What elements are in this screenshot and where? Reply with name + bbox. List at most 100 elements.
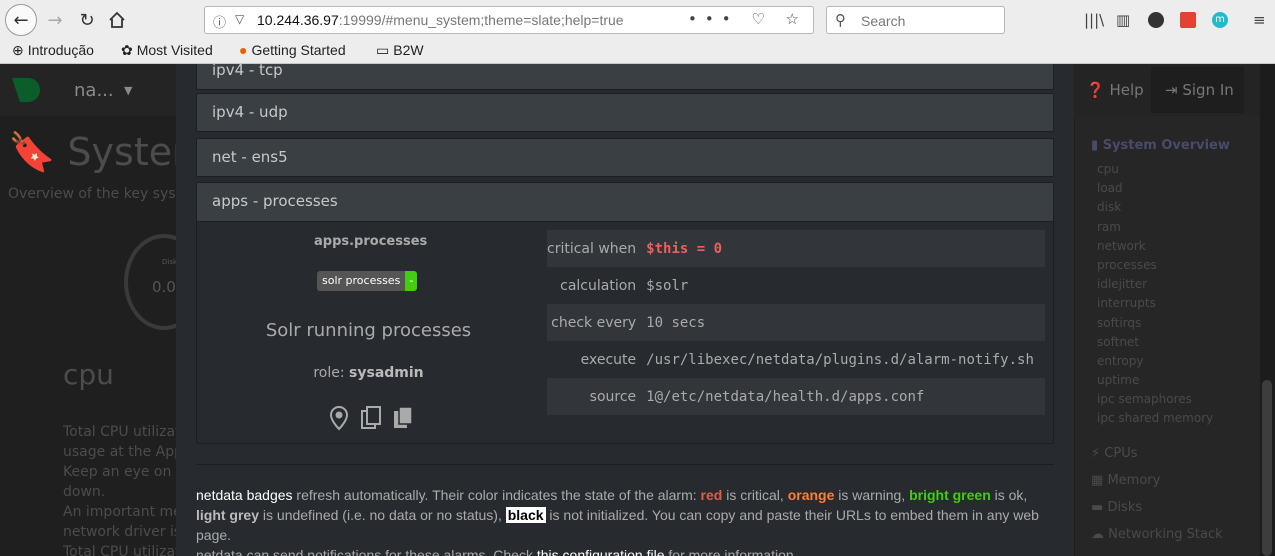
sidebar-icon[interactable]: ▥ [1116,11,1130,29]
browser-chrome: ← → ↻ ⓘ ▽ 10.244.36.97:19999/#menu_syste… [0,0,1275,64]
sidebar-item[interactable]: entropy [1097,354,1213,373]
bookmark-introducao[interactable]: ⊕ Introdução [12,42,94,59]
node-name[interactable]: na... [74,80,114,101]
bookmark-most-visited[interactable]: ✿ Most Visited [121,42,213,59]
netdata-logo-icon[interactable] [10,76,44,104]
bookmark-label: B2W [393,42,424,58]
help-text: netdata can send notifications for these… [196,547,537,556]
globe-icon: ⊕ [12,42,24,58]
accordion-net-ens5[interactable]: net - ens5 [196,138,1054,177]
badge-value: - [405,271,418,291]
menu-icon[interactable]: ≡ [1253,11,1266,29]
sidebar-group-label: Memory [1107,473,1161,488]
sidebar-item[interactable]: uptime [1097,373,1213,392]
accordion-header[interactable]: apps - processes [197,183,1053,222]
alarm-badge[interactable]: solr processes - [317,271,418,291]
role-value: sysadmin [349,365,424,381]
accordion-ipv4-udp[interactable]: ipv4 - udp [196,93,1054,132]
accordion-title: ipv4 - udp [212,103,288,121]
home-button[interactable] [102,5,132,35]
sidebar-list: cpu load disk ram network processes idle… [1097,162,1213,431]
sidebar-group-label: CPUs [1104,446,1138,461]
sidebar-item[interactable]: ram [1097,220,1213,239]
sidebar-item[interactable]: network [1097,239,1213,258]
sign-in-icon: ⇥ [1165,81,1178,99]
cpu-line: Keep an eye on io [63,464,183,480]
accordion-title: ipv4 - tcp [212,64,283,79]
search-placeholder[interactable]: Search [861,13,905,29]
property-value: $this = 0 [646,240,723,257]
sign-in-label: Sign In [1182,81,1234,99]
sidebar-item[interactable]: softirqs [1097,316,1213,335]
bookmark-icon: 🔖 [8,130,56,174]
arrow-right-icon: → [47,9,63,31]
sidebar-item[interactable]: idlejitter [1097,277,1213,296]
help-text: is warning, [834,487,910,503]
info-icon[interactable]: ⓘ [213,12,226,31]
scrollbar-thumb[interactable] [1262,380,1272,556]
sidebar-title[interactable]: ▮ System Overview [1091,138,1230,153]
caret-down-icon[interactable]: ▼ [124,84,132,97]
sidebar-item[interactable]: ipc shared memory [1097,411,1213,430]
cpu-line: Total CPU utilization [63,544,183,556]
library-icon[interactable]: |||\ [1084,11,1104,29]
configuration-file-link[interactable]: this configuration file [537,547,665,556]
page-subtitle: Overview of the key system [8,186,204,202]
copy-icon[interactable] [359,405,383,431]
sidebar-group-memory[interactable]: ▦ Memory [1091,473,1160,488]
gear-icon: ✿ [121,42,133,58]
property-value: 1@/etc/netdata/health.d/apps.conf [646,388,925,405]
cpu-line: An important metri [63,504,183,520]
cloud-icon: ☁ [1091,527,1104,542]
todoist-icon[interactable] [1180,12,1196,28]
badges-link[interactable]: netdata badges [196,487,293,503]
alarm-role: role: sysadmin [197,365,540,381]
table-row: source 1@/etc/netdata/health.d/apps.conf [547,378,1045,415]
property-key: source [589,388,637,405]
shield-icon[interactable]: ▽ [235,12,244,26]
sidebar-group-cpus[interactable]: ⚡ CPUs [1091,446,1138,461]
cpu-line: down. [63,484,106,500]
sidebar-group-networking[interactable]: ☁ Networking Stack [1091,527,1223,542]
sidebar-item[interactable]: cpu [1097,162,1213,181]
url-text[interactable]: 10.244.36.97:19999/#menu_system;theme=sl… [257,12,624,28]
bookmark-b2w[interactable]: ▭ B2W [376,42,424,59]
page-actions-icons[interactable]: ••• ♡ ☆ [688,10,807,28]
sidebar-item[interactable]: load [1097,181,1213,200]
bookmark-getting-started[interactable]: ● Getting Started [239,42,346,58]
sign-in-button[interactable]: ⇥ Sign In [1151,67,1244,113]
table-row: execute/usr/libexec/netdata/plugins.d/al… [547,341,1045,378]
copy-filled-icon[interactable] [391,405,415,431]
help-text: is ok, [990,487,1028,503]
cpu-description: Total CPU utilizatio usage at the Appli … [63,422,183,556]
question-icon: ❓ [1086,81,1105,99]
page-scrollbar[interactable] [1260,64,1275,556]
help-button[interactable]: ❓ Help [1086,81,1144,99]
search-bar[interactable]: ⚲ Search [826,6,1005,34]
sidebar-group-disks[interactable]: ▬ Disks [1091,500,1142,515]
reload-button[interactable]: ↻ [72,5,102,35]
sidebar-item[interactable]: processes [1097,258,1213,277]
help-text: is critical, [722,487,788,503]
avatar-icon[interactable] [1148,12,1164,28]
reload-icon: ↻ [79,9,95,31]
bookmark-label: Introdução [27,42,94,58]
home-icon [109,11,125,28]
sidebar-item[interactable]: softnet [1097,335,1213,354]
property-key: execute [580,351,637,368]
property-key: critical when [547,240,637,257]
badge-label: solr processes [317,271,406,291]
sidebar-item[interactable]: ipc semaphores [1097,392,1213,411]
sidebar-item[interactable]: interrupts [1097,296,1213,315]
url-bar[interactable]: ⓘ ▽ 10.244.36.97:19999/#menu_system;them… [204,6,814,34]
help-text: for more information. [664,547,798,556]
forward-button[interactable]: → [40,5,70,35]
back-button[interactable]: ← [5,4,37,36]
notifications-text: netdata can send notifications for these… [196,545,1054,556]
bookmark-label: Most Visited [136,42,213,58]
extension-m-icon[interactable]: m [1212,12,1228,28]
sidebar-item[interactable]: disk [1097,200,1213,219]
map-marker-icon[interactable] [327,405,351,431]
sidebar-menu: ▮ System Overview cpu load disk ram netw… [1075,116,1260,556]
accordion-ipv4-tcp[interactable]: ipv4 - tcp [196,64,1054,90]
